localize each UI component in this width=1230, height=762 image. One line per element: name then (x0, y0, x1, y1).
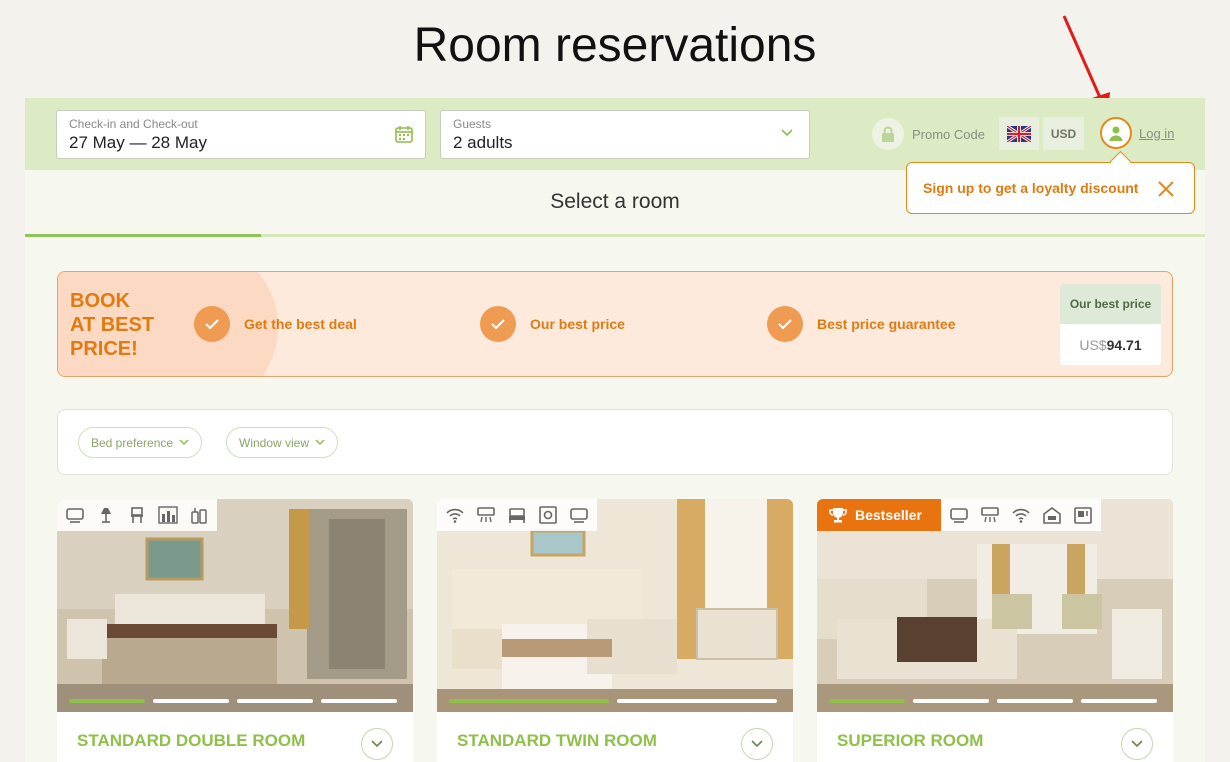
bed-icon (509, 508, 525, 523)
check-icon (194, 306, 230, 342)
photo-pager (449, 699, 777, 703)
bed-preference-filter[interactable]: Bed preference (78, 427, 203, 458)
banner-headline: BOOK AT BEST PRICE! (70, 290, 155, 360)
chevron-down-icon (371, 740, 383, 748)
dates-value: 27 May — 28 May (69, 133, 207, 152)
amenities-bar (57, 499, 217, 531)
filter-bar: Bed preference Window view (57, 409, 1173, 475)
user-icon (1100, 117, 1132, 149)
chevron-down-icon (315, 439, 325, 446)
bestseller-label: Bestseller (855, 507, 922, 523)
bestseller-badge: Bestseller (817, 499, 941, 531)
benefit-item: Get the best deal (194, 306, 357, 342)
expand-button[interactable] (361, 728, 393, 760)
safe-icon (539, 506, 557, 524)
guests-value: 2 adults (453, 133, 513, 152)
best-price-box: Our best price US$ 94.71 (1060, 284, 1161, 365)
room-card[interactable]: STANDARD DOUBLE ROOM (57, 499, 413, 762)
chevron-down-icon[interactable] (781, 129, 793, 137)
login-button[interactable]: Log in (1100, 117, 1174, 149)
check-icon (480, 306, 516, 342)
minibar-icon (1074, 507, 1092, 524)
ac-icon (477, 507, 495, 523)
login-label: Log in (1139, 125, 1175, 141)
wifi-icon (446, 508, 464, 523)
room-name[interactable]: STANDARD TWIN ROOM (457, 731, 657, 751)
room-card[interactable]: Bestseller SUPERIOR ROOM (817, 499, 1173, 762)
language-button[interactable] (999, 117, 1039, 150)
dates-label: Check-in and Check-out (69, 117, 198, 131)
tv-icon (66, 508, 84, 523)
calendar-icon[interactable] (395, 125, 413, 143)
room-name[interactable]: SUPERIOR ROOM (837, 731, 983, 751)
chair-icon (131, 507, 143, 523)
check-icon (767, 306, 803, 342)
best-price-banner: BOOK AT BEST PRICE! Get the best deal Ou… (57, 271, 1173, 377)
best-price-label: Our best price (1060, 284, 1161, 324)
toiletries-icon (191, 508, 207, 524)
chevron-down-icon (751, 740, 763, 748)
amenities-bar (941, 499, 1101, 531)
tv-icon (950, 508, 968, 523)
wifi-icon (1012, 508, 1030, 523)
tv-icon (570, 508, 588, 523)
chevron-down-icon (1131, 740, 1143, 748)
section-title: Select a room (550, 190, 680, 213)
city-view-icon (158, 506, 178, 524)
hotel-icon (1043, 507, 1061, 524)
promo-code-label: Promo Code (912, 126, 985, 142)
chevron-down-icon (179, 439, 189, 446)
photo-pager (829, 699, 1157, 703)
uk-flag-icon (1007, 125, 1031, 142)
ac-icon (981, 507, 999, 523)
amenities-bar (437, 499, 597, 531)
room-card[interactable]: STANDARD TWIN ROOM (437, 499, 793, 762)
expand-button[interactable] (741, 728, 773, 760)
benefit-item: Our best price (480, 306, 625, 342)
expand-button[interactable] (1121, 728, 1153, 760)
trophy-icon (829, 508, 847, 523)
benefit-item: Best price guarantee (767, 306, 956, 342)
lamp-icon (101, 508, 111, 523)
room-name[interactable]: STANDARD DOUBLE ROOM (77, 731, 305, 751)
promo-code-button[interactable]: Promo Code (872, 118, 985, 150)
guests-field[interactable]: Guests 2 adults (440, 110, 810, 159)
currency-button[interactable]: USD (1043, 117, 1084, 150)
best-price-value: US$ 94.71 (1079, 336, 1142, 353)
lock-icon (872, 118, 904, 150)
step-progress (25, 234, 1205, 237)
photo-pager (69, 699, 397, 703)
window-view-filter[interactable]: Window view (226, 427, 339, 458)
dates-field[interactable]: Check-in and Check-out 27 May — 28 May (56, 110, 426, 159)
guests-label: Guests (453, 117, 492, 131)
